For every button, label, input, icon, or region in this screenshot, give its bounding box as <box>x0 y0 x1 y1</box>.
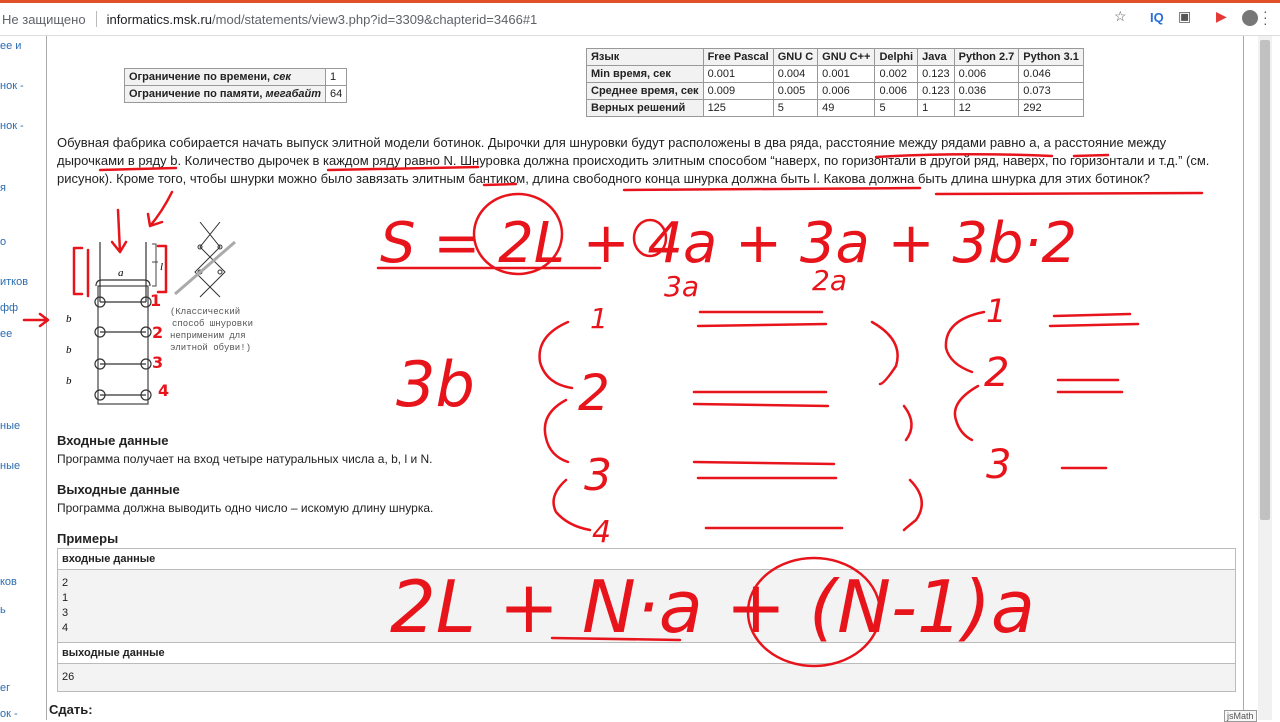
lang-cell: 49 <box>817 99 876 117</box>
time-limit-label: Ограничение по времени, сек <box>124 68 326 86</box>
kebab-menu-icon[interactable]: · · · <box>1263 4 1268 30</box>
lang-header-cell: Язык <box>586 48 704 66</box>
output-section-title: Выходные данные <box>57 482 180 497</box>
lang-cell: 292 <box>1018 99 1084 117</box>
lang-cell: 0.009 <box>702 82 774 100</box>
scrollbar-thumb[interactable] <box>1260 40 1270 520</box>
address-separator <box>95 11 97 27</box>
lang-cell: 12 <box>953 99 1020 117</box>
language-stats-table: Язык Free Pascal GNU C GNU C++ Delphi Java Pyt… <box>586 48 1084 117</box>
lang-cell: 0.123 <box>917 65 955 83</box>
example-output-label: выходные данные <box>58 642 1235 664</box>
youtube-icon[interactable]: ▶ <box>1216 8 1227 25</box>
url-host[interactable]: informatics.msk.ru <box>107 12 212 27</box>
example-output-data[interactable]: 26 <box>58 664 1235 691</box>
lang-row-label: Верных решений <box>586 99 704 117</box>
memory-limit-label: Ограничение по памяти, мегабайт <box>124 85 326 103</box>
address-bar[interactable]: Не защищено informatics.msk.ru/mod/state… <box>0 3 1280 36</box>
sidebar-item[interactable]: нок - <box>0 80 24 92</box>
examples-box: входные данные 2 1 3 4 выходные данные 2… <box>57 548 1236 692</box>
table-row: Среднее время, сек 0.009 0.005 0.006 0.006 0.… <box>586 82 1084 100</box>
lang-cell: 0.005 <box>772 82 819 100</box>
lang-cell: 0.006 <box>817 82 876 100</box>
lacing-figure: a l b b b (Классический способ шнуровки … <box>66 222 258 405</box>
sidebar-item[interactable]: о <box>0 236 6 248</box>
sidebar-item[interactable]: ок - <box>0 708 18 720</box>
lang-header-cell: GNU C++ <box>817 48 876 66</box>
sidebar-item[interactable]: ков <box>0 576 17 588</box>
lang-header-cell: Delphi <box>874 48 919 66</box>
lang-header-cell: Python 2.7 <box>953 48 1020 66</box>
lang-header-cell: GNU C <box>772 48 819 66</box>
lang-header-cell: Free Pascal <box>702 48 774 66</box>
memory-limit-value: 64 <box>324 85 348 103</box>
input-section-title: Входные данные <box>57 433 169 448</box>
limits-table: Ограничение по времени, сек 1 Ограничени… <box>124 68 348 103</box>
sidebar-item[interactable]: ные <box>0 420 20 432</box>
lang-cell: 0.001 <box>817 65 876 83</box>
jsmath-button[interactable]: jsMath <box>1224 710 1257 722</box>
lang-cell: 0.006 <box>953 65 1020 83</box>
lang-cell: 0.002 <box>874 65 919 83</box>
lang-row-label: Min время, сек <box>586 65 704 83</box>
table-row: Верных решений 125 5 49 5 1 12 292 <box>586 99 1084 117</box>
lang-cell: 0.004 <box>772 65 819 83</box>
figure-label-a: a <box>118 267 124 279</box>
sidebar-item[interactable]: фф <box>0 302 18 314</box>
sidebar-item[interactable]: итков <box>0 276 28 288</box>
examples-title: Примеры <box>57 531 119 546</box>
profile-avatar[interactable] <box>1242 10 1258 26</box>
figure-label-b: b <box>66 344 72 356</box>
sidebar-item[interactable]: ь <box>0 604 6 616</box>
lang-header-cell: Java <box>917 48 955 66</box>
lang-cell: 0.001 <box>702 65 774 83</box>
security-indicator[interactable]: Не защищено <box>2 12 86 27</box>
course-sidebar: ее и нок - нок - я о итков фф ее ные ные… <box>0 36 28 720</box>
problem-statement: Обувная фабрика собирается начать выпуск… <box>57 135 1210 186</box>
sidebar-item[interactable]: ее и <box>0 40 21 52</box>
lang-cell: 0.006 <box>874 82 919 100</box>
lang-cell: 125 <box>702 99 774 117</box>
lang-row-label: Среднее время, сек <box>586 82 704 100</box>
sidebar-item[interactable]: я <box>0 182 6 194</box>
url-path[interactable]: /mod/statements/view3.php?id=3309&chapte… <box>212 12 537 27</box>
submit-label: Сдать: <box>49 702 93 717</box>
lang-cell: 5 <box>874 99 919 117</box>
figure-label-b: b <box>66 375 72 387</box>
example-input-label: входные данные <box>58 549 1235 570</box>
lang-cell: 0.123 <box>917 82 955 100</box>
svg-text:(Классический способ шнуро: (Классический способ шнуровки неприменим… <box>170 307 258 353</box>
sidebar-item[interactable]: ее <box>0 328 12 340</box>
lang-cell: 0.036 <box>953 82 1020 100</box>
extension-icon[interactable]: ▣ <box>1178 8 1191 25</box>
star-icon[interactable]: ☆ <box>1114 8 1127 25</box>
iq-extension-icon[interactable]: IQ <box>1150 10 1164 25</box>
lang-cell: 0.046 <box>1018 65 1084 83</box>
example-input-data[interactable]: 2 1 3 4 <box>58 570 1235 642</box>
sidebar-item[interactable]: eг <box>0 682 10 694</box>
input-section-text: Программа получает на вход четыре натура… <box>57 452 433 466</box>
lang-header-cell: Python 3.1 <box>1018 48 1084 66</box>
time-limit-value: 1 <box>324 68 348 86</box>
lang-cell: 5 <box>772 99 819 117</box>
figure-label-l: l <box>160 261 163 273</box>
lang-cell: 1 <box>917 99 955 117</box>
sidebar-item[interactable]: нок - <box>0 120 24 132</box>
figure-label-b: b <box>66 313 72 325</box>
sidebar-item[interactable]: ные <box>0 460 20 472</box>
table-row: Min время, сек 0.001 0.004 0.001 0.002 0.123 0… <box>586 65 1084 83</box>
lang-cell: 0.073 <box>1018 82 1084 100</box>
output-section-text: Программа должна выводить одно число – и… <box>57 501 434 515</box>
